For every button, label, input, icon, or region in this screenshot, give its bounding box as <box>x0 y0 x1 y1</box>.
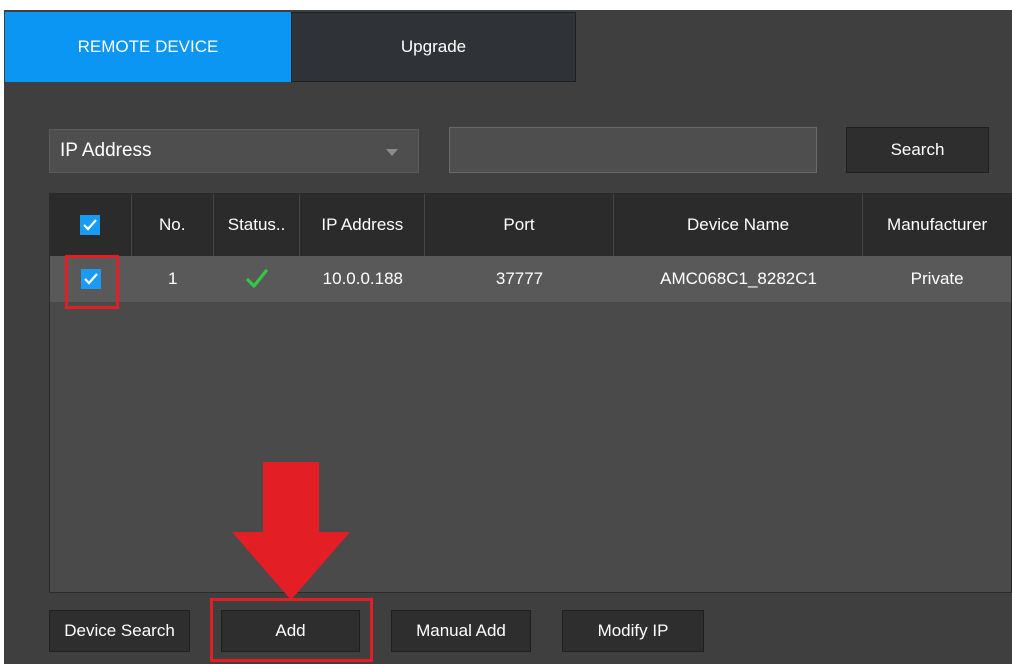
header-manufacturer[interactable]: Manufacturer <box>863 194 1011 256</box>
chevron-down-icon <box>386 149 398 156</box>
header-select-all-cell <box>50 194 132 256</box>
search-input[interactable] <box>449 127 817 173</box>
row-checkbox[interactable] <box>80 269 101 289</box>
cell-status <box>214 256 301 302</box>
header-no[interactable]: No. <box>132 194 214 256</box>
table-row[interactable]: 1 10.0.0.188 37777 AMC068C1_8282C1 Priva… <box>50 256 1011 302</box>
table-header: No. Status.. IP Address Port Device Name… <box>50 194 1011 256</box>
modify-ip-button[interactable]: Modify IP <box>562 610 704 652</box>
tab-upgrade[interactable]: Upgrade <box>291 12 576 82</box>
search-button[interactable]: Search <box>846 127 989 173</box>
tab-remote-device[interactable]: REMOTE DEVICE <box>5 12 291 82</box>
cell-ip-address: 10.0.0.188 <box>322 269 404 288</box>
header-status[interactable]: Status.. <box>214 194 301 256</box>
checkmark-icon <box>83 219 98 231</box>
cell-port: 37777 <box>495 269 544 288</box>
device-search-button[interactable]: Device Search <box>49 610 190 652</box>
header-device-name[interactable]: Device Name <box>614 194 864 256</box>
select-all-checkbox[interactable] <box>80 215 101 235</box>
header-port[interactable]: Port <box>425 194 614 256</box>
header-ip-address[interactable]: IP Address <box>300 194 426 256</box>
add-button[interactable]: Add <box>221 610 360 652</box>
filter-type-select[interactable]: IP Address <box>49 129 419 173</box>
cell-manufacturer: Private <box>910 269 964 288</box>
manual-add-button[interactable]: Manual Add <box>391 610 531 652</box>
filter-type-value: IP Address <box>60 140 152 161</box>
check-icon <box>246 269 268 288</box>
cell-device-name: AMC068C1_8282C1 <box>660 269 817 288</box>
cell-no: 1 <box>168 269 178 288</box>
row-select-cell <box>50 256 132 302</box>
checkmark-icon <box>84 273 98 285</box>
device-table: No. Status.. IP Address Port Device Name… <box>49 193 1012 593</box>
